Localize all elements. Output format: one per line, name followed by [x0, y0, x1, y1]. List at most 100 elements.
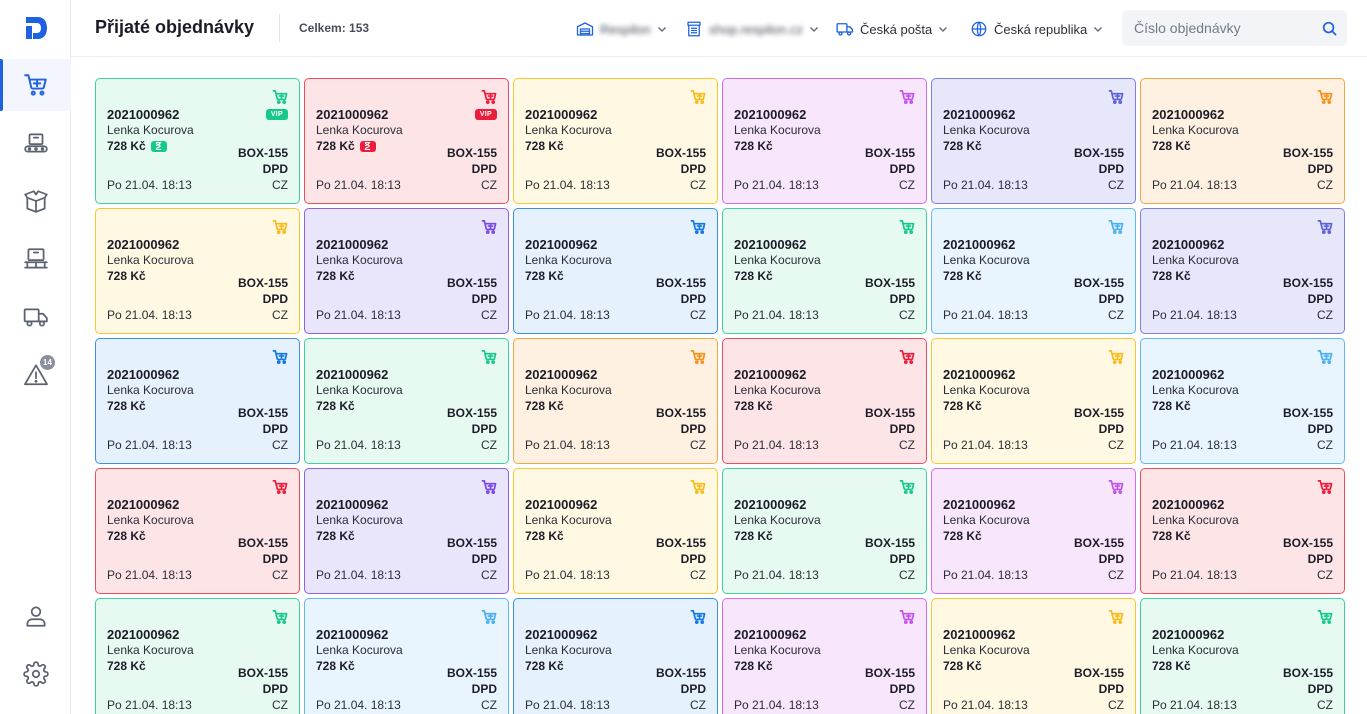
country-code: CZ [690, 178, 706, 192]
country-select[interactable]: Česká republika [970, 19, 1103, 39]
order-card[interactable]: 2021000962 Lenka Kocurova 728 Kč BOX-155 DPD… [722, 78, 927, 204]
order-date: Po 21.04. 18:13 [316, 438, 401, 452]
order-card[interactable]: 2021000962 Lenka Kocurova 728 Kč BOX-155 DPD… [931, 208, 1136, 334]
order-card[interactable]: 2021000962 Lenka Kocurova 728 Kč BOX-155 DPD… [95, 208, 300, 334]
order-card[interactable]: 2021000962 Lenka Kocurova 728 Kč BOX-155 DPD… [722, 208, 927, 334]
order-card[interactable]: 2021000962 Lenka Kocurova 728 Kč BOX-155 DPD… [513, 78, 718, 204]
order-card[interactable]: 2021000962 Lenka Kocurova 728 Kč BOX-155 DPD… [722, 598, 927, 714]
order-card[interactable]: 2021000962 Lenka Kocurova 728 Kč BOX-155 DPD… [95, 598, 300, 714]
order-price: 728 Kč [943, 529, 982, 543]
box-code: BOX-155 [1282, 666, 1333, 680]
order-card[interactable]: 2021000962 Lenka Kocurova 728 Kč BOX-155 DPD… [304, 208, 509, 334]
order-price-value: 728 Kč [1152, 399, 1191, 413]
customer-name: Lenka Kocurova [943, 123, 1030, 137]
order-card[interactable]: 2021000962 Lenka Kocurova 728 Kč BOX-155 DPD… [931, 78, 1136, 204]
order-price-value: 728 Kč [1152, 529, 1191, 543]
cart-icon [899, 90, 915, 105]
order-price: 728 Kč [943, 269, 982, 283]
carrier-code: DPD [1307, 682, 1333, 696]
carrier-code: DPD [262, 162, 288, 176]
order-price: 728 Kč [1152, 139, 1191, 153]
order-card[interactable]: 2021000962 Lenka Kocurova 728 Kč BOX-155 DPD… [95, 338, 300, 464]
order-number: 2021000962 [943, 237, 1016, 252]
carrier-select[interactable]: Česká pošta [836, 19, 948, 39]
carrier-code: DPD [889, 552, 915, 566]
customer-name: Lenka Kocurova [943, 383, 1030, 397]
cart-icon [1108, 610, 1124, 625]
order-card[interactable]: VIP 2021000962 Lenka Kocurova 728 Kč BOX-155… [95, 78, 300, 204]
shop-select[interactable]: shop.respilon.cz [685, 19, 819, 39]
app-logo-icon[interactable] [24, 15, 48, 41]
carrier-code: DPD [1098, 292, 1124, 306]
top-bar: Přijaté objednávky Celkem: 153 Respilon … [71, 0, 1367, 57]
carrier-code: DPD [889, 162, 915, 176]
order-date: Po 21.04. 18:13 [734, 308, 819, 322]
order-card[interactable]: 2021000962 Lenka Kocurova 728 Kč BOX-155 DPD… [931, 598, 1136, 714]
search-icon[interactable] [1322, 21, 1337, 36]
order-date: Po 21.04. 18:13 [107, 178, 192, 192]
order-card[interactable]: 2021000962 Lenka Kocurova 728 Kč BOX-155 DPD… [304, 468, 509, 594]
order-date: Po 21.04. 18:13 [107, 698, 192, 712]
order-date: Po 21.04. 18:13 [943, 178, 1028, 192]
nav-settings[interactable] [0, 648, 71, 700]
order-card[interactable]: VIP 2021000962 Lenka Kocurova 728 Kč BOX-155… [304, 78, 509, 204]
order-card[interactable]: 2021000962 Lenka Kocurova 728 Kč BOX-155 DPD… [513, 338, 718, 464]
order-date: Po 21.04. 18:13 [107, 438, 192, 452]
customer-name: Lenka Kocurova [525, 513, 612, 527]
order-card[interactable]: 2021000962 Lenka Kocurova 728 Kč BOX-155 DPD… [513, 208, 718, 334]
carrier-code: DPD [1307, 292, 1333, 306]
nav-products[interactable] [0, 175, 71, 227]
order-card[interactable]: 2021000962 Lenka Kocurova 728 Kč BOX-155 DPD… [931, 468, 1136, 594]
order-card[interactable]: 2021000962 Lenka Kocurova 728 Kč BOX-155 DPD… [1140, 78, 1345, 204]
box-code: BOX-155 [1282, 276, 1333, 290]
box-code: BOX-155 [1073, 146, 1124, 160]
country-code: CZ [481, 568, 497, 582]
order-card[interactable]: 2021000962 Lenka Kocurova 728 Kč BOX-155 DPD… [1140, 598, 1345, 714]
warehouse-select[interactable]: Respilon [576, 19, 667, 39]
order-card[interactable]: 2021000962 Lenka Kocurova 728 Kč BOX-155 DPD… [931, 338, 1136, 464]
cart-icon [1108, 220, 1124, 235]
order-number-input[interactable] [1122, 10, 1312, 46]
carrier-code: DPD [262, 552, 288, 566]
order-card[interactable]: 2021000962 Lenka Kocurova 728 Kč BOX-155 DPD… [95, 468, 300, 594]
order-price: 728 Kč [943, 399, 982, 413]
order-card[interactable]: 2021000962 Lenka Kocurova 728 Kč BOX-155 DPD… [1140, 338, 1345, 464]
order-price: 728 Kč [316, 399, 355, 413]
nav-shipping[interactable] [0, 291, 71, 343]
box-code: BOX-155 [237, 406, 288, 420]
order-number: 2021000962 [107, 367, 180, 382]
nav-profile[interactable] [0, 590, 71, 642]
order-price: 728 Kč [107, 139, 167, 153]
order-card[interactable]: 2021000962 Lenka Kocurova 728 Kč BOX-155 DPD… [722, 338, 927, 464]
country-code: CZ [1108, 698, 1124, 712]
cart-icon [899, 220, 915, 235]
order-card[interactable]: 2021000962 Lenka Kocurova 728 Kč BOX-155 DPD… [304, 598, 509, 714]
order-price-value: 728 Kč [734, 529, 773, 543]
nav-packing[interactable] [0, 117, 71, 169]
nav-alerts[interactable]: 14 [0, 349, 71, 401]
warehouse-icon [576, 22, 594, 36]
carrier-code: DPD [1098, 552, 1124, 566]
box-code: BOX-155 [1073, 536, 1124, 550]
order-card[interactable]: 2021000962 Lenka Kocurova 728 Kč BOX-155 DPD… [1140, 468, 1345, 594]
order-date: Po 21.04. 18:13 [1152, 178, 1237, 192]
carrier-code: DPD [889, 292, 915, 306]
order-price-value: 728 Kč [316, 399, 355, 413]
nav-orders[interactable] [0, 59, 71, 111]
order-date: Po 21.04. 18:13 [107, 308, 192, 322]
nav-warehouse[interactable] [0, 233, 71, 285]
order-card[interactable]: 2021000962 Lenka Kocurova 728 Kč BOX-155 DPD… [304, 338, 509, 464]
order-number: 2021000962 [525, 107, 598, 122]
order-card[interactable]: 2021000962 Lenka Kocurova 728 Kč BOX-155 DPD… [513, 468, 718, 594]
order-card[interactable]: 2021000962 Lenka Kocurova 728 Kč BOX-155 DPD… [1140, 208, 1345, 334]
orders-grid: VIP 2021000962 Lenka Kocurova 728 Kč BOX-155… [95, 78, 1345, 714]
order-price-value: 728 Kč [734, 269, 773, 283]
order-number: 2021000962 [734, 107, 807, 122]
customer-name: Lenka Kocurova [107, 123, 194, 137]
box-code: BOX-155 [237, 536, 288, 550]
country-code: CZ [481, 308, 497, 322]
order-card[interactable]: 2021000962 Lenka Kocurova 728 Kč BOX-155 DPD… [722, 468, 927, 594]
order-card[interactable]: 2021000962 Lenka Kocurova 728 Kč BOX-155 DPD… [513, 598, 718, 714]
customer-name: Lenka Kocurova [525, 253, 612, 267]
order-date: Po 21.04. 18:13 [943, 308, 1028, 322]
